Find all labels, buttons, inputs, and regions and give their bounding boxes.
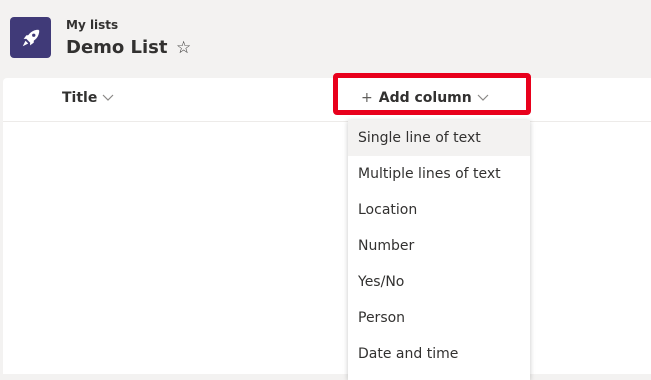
add-column-button[interactable]: + Add column bbox=[361, 90, 489, 106]
plus-icon: + bbox=[361, 90, 373, 106]
column-type-menu: Single line of text Multiple lines of te… bbox=[348, 120, 530, 380]
column-header-title[interactable]: Title bbox=[62, 90, 114, 106]
breadcrumb[interactable]: My lists bbox=[66, 18, 118, 32]
column-title-label: Title bbox=[62, 90, 98, 106]
star-icon[interactable]: ☆ bbox=[176, 38, 191, 58]
rocket-glyph bbox=[22, 29, 39, 46]
rocket-icon[interactable] bbox=[10, 17, 51, 58]
list-content: Title + Add column bbox=[3, 78, 651, 374]
menu-item-location[interactable]: Location bbox=[348, 192, 530, 228]
menu-item-yes-no[interactable]: Yes/No bbox=[348, 264, 530, 300]
menu-item-person[interactable]: Person bbox=[348, 300, 530, 336]
chevron-down-icon bbox=[477, 94, 489, 101]
column-header-row: Title + Add column bbox=[3, 78, 651, 122]
add-column-label: Add column bbox=[378, 90, 472, 106]
menu-item-multiple-lines[interactable]: Multiple lines of text bbox=[348, 156, 530, 192]
menu-item-single-line[interactable]: Single line of text bbox=[348, 120, 530, 156]
menu-item-date-time[interactable]: Date and time bbox=[348, 336, 530, 372]
chevron-down-icon bbox=[102, 94, 114, 101]
page-header: My lists Demo List ☆ bbox=[0, 0, 651, 78]
page-title: Demo List bbox=[66, 37, 168, 58]
menu-item-number[interactable]: Number bbox=[348, 228, 530, 264]
